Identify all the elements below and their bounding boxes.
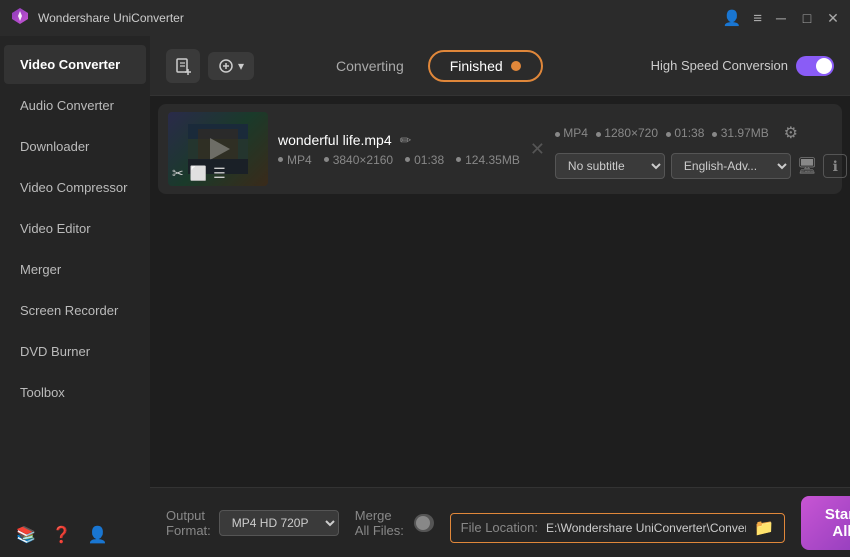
- maximize-btn[interactable]: □: [800, 11, 814, 25]
- top-bar-actions: ▾: [166, 49, 254, 83]
- output-format: MP4: [555, 126, 588, 140]
- add-file-button[interactable]: [166, 49, 200, 83]
- screen-icon[interactable]: 🖥: [797, 156, 817, 176]
- thumbnail-overlay: ✂ ⬜ ☰: [172, 165, 226, 182]
- app-logo: [10, 6, 30, 31]
- finished-dot: [511, 61, 521, 71]
- menu-icon[interactable]: ≡: [753, 10, 762, 27]
- output-format-label: Output Format:: [166, 508, 211, 538]
- arrow-icon: ✕: [530, 139, 545, 160]
- sidebar-item-dvd-burner[interactable]: DVD Burner: [4, 332, 146, 371]
- file-name-row: wonderful life.mp4 ✏: [278, 132, 520, 149]
- file-list-area: ✂ ⬜ ☰ wonderful life.mp4 ✏ MP4: [150, 96, 850, 487]
- sidebar-item-audio-converter[interactable]: Audio Converter: [4, 86, 146, 125]
- output-format-select[interactable]: MP4 HD 720P: [219, 510, 339, 536]
- file-name: wonderful life.mp4: [278, 132, 392, 148]
- audio-select[interactable]: English-Adv...: [671, 153, 791, 179]
- app-title: Wondershare UniConverter: [38, 11, 184, 25]
- sidebar-item-video-editor[interactable]: Video Editor: [4, 209, 146, 248]
- title-bar: Wondershare UniConverter 👤 ≡ ─ □ ✕: [0, 0, 850, 36]
- output-format-row: MP4 1280×720 01:38 31.97MB: [555, 119, 847, 147]
- crop-icon[interactable]: ⬜: [190, 165, 207, 182]
- output-resolution: 1280×720: [596, 126, 658, 140]
- folder-icon[interactable]: 📁: [754, 518, 774, 538]
- main-layout: Video Converter Audio Converter Download…: [0, 36, 850, 557]
- subtitle-row: No subtitle English-Adv... 🖥 ℹ: [555, 153, 847, 179]
- book-icon[interactable]: 📚: [16, 525, 36, 545]
- tab-converting[interactable]: Converting: [312, 50, 428, 82]
- file-edit-icon[interactable]: ✏: [400, 132, 412, 149]
- minimize-btn[interactable]: ─: [774, 11, 788, 25]
- file-location-section: File Location: 📁: [450, 513, 785, 543]
- close-btn[interactable]: ✕: [826, 11, 840, 25]
- sidebar-item-merger[interactable]: Merger: [4, 250, 146, 289]
- output-format-section: Output Format: MP4 HD 720P: [166, 508, 339, 538]
- sidebar-item-video-compressor[interactable]: Video Compressor: [4, 168, 146, 207]
- output-settings: MP4 1280×720 01:38 31.97MB: [555, 119, 847, 179]
- title-bar-controls: 👤 ≡ ─ □ ✕: [723, 9, 840, 27]
- add-dropdown[interactable]: ▾: [208, 52, 254, 80]
- merge-section: Merge All Files:: [355, 508, 434, 538]
- start-all-button[interactable]: Start All: [801, 496, 850, 550]
- content-area: ▾ Converting Finished High Speed Convers…: [150, 36, 850, 557]
- file-item: ✂ ⬜ ☰ wonderful life.mp4 ✏ MP4: [158, 104, 842, 194]
- sidebar-footer: 📚 ❓ 👤: [0, 513, 150, 557]
- merge-toggle[interactable]: [414, 514, 434, 532]
- file-info: wonderful life.mp4 ✏ MP4 3840×2160: [278, 132, 520, 167]
- bottom-bar: Output Format: MP4 HD 720P Merge All Fil…: [150, 487, 850, 557]
- tabs: Converting Finished: [312, 50, 543, 82]
- source-format: MP4: [278, 153, 312, 167]
- user-icon[interactable]: 👤: [723, 9, 742, 27]
- subtitle-select[interactable]: No subtitle: [555, 153, 665, 179]
- file-location-input[interactable]: [546, 521, 746, 535]
- title-bar-left: Wondershare UniConverter: [10, 6, 184, 31]
- sidebar: Video Converter Audio Converter Download…: [0, 36, 150, 557]
- source-resolution: 3840×2160: [324, 153, 393, 167]
- sidebar-item-screen-recorder[interactable]: Screen Recorder: [4, 291, 146, 330]
- source-duration: 01:38: [405, 153, 444, 167]
- file-meta-source: MP4 3840×2160 01:38 124.35MB: [278, 153, 520, 167]
- file-thumbnail: ✂ ⬜ ☰: [168, 112, 268, 186]
- sidebar-item-toolbox[interactable]: Toolbox: [4, 373, 146, 412]
- help-icon[interactable]: ❓: [52, 525, 72, 545]
- speed-toggle-section: High Speed Conversion: [651, 56, 834, 76]
- output-size: 31.97MB: [712, 126, 768, 140]
- sidebar-item-video-converter[interactable]: Video Converter: [4, 45, 146, 84]
- output-duration: 01:38: [666, 126, 704, 140]
- file-location-label: File Location:: [461, 520, 538, 535]
- sidebar-item-downloader[interactable]: Downloader: [4, 127, 146, 166]
- account-icon[interactable]: 👤: [88, 525, 108, 545]
- top-bar: ▾ Converting Finished High Speed Convers…: [150, 36, 850, 96]
- speed-label: High Speed Conversion: [651, 58, 788, 73]
- source-size: 124.35MB: [456, 153, 520, 167]
- merge-label: Merge All Files:: [355, 508, 406, 538]
- speed-toggle-switch[interactable]: [796, 56, 834, 76]
- settings-icon[interactable]: ⚙: [777, 119, 805, 147]
- effects-icon[interactable]: ☰: [213, 165, 226, 182]
- tab-finished[interactable]: Finished: [428, 50, 543, 82]
- info-icon[interactable]: ℹ: [823, 154, 847, 178]
- cut-icon[interactable]: ✂: [172, 165, 184, 182]
